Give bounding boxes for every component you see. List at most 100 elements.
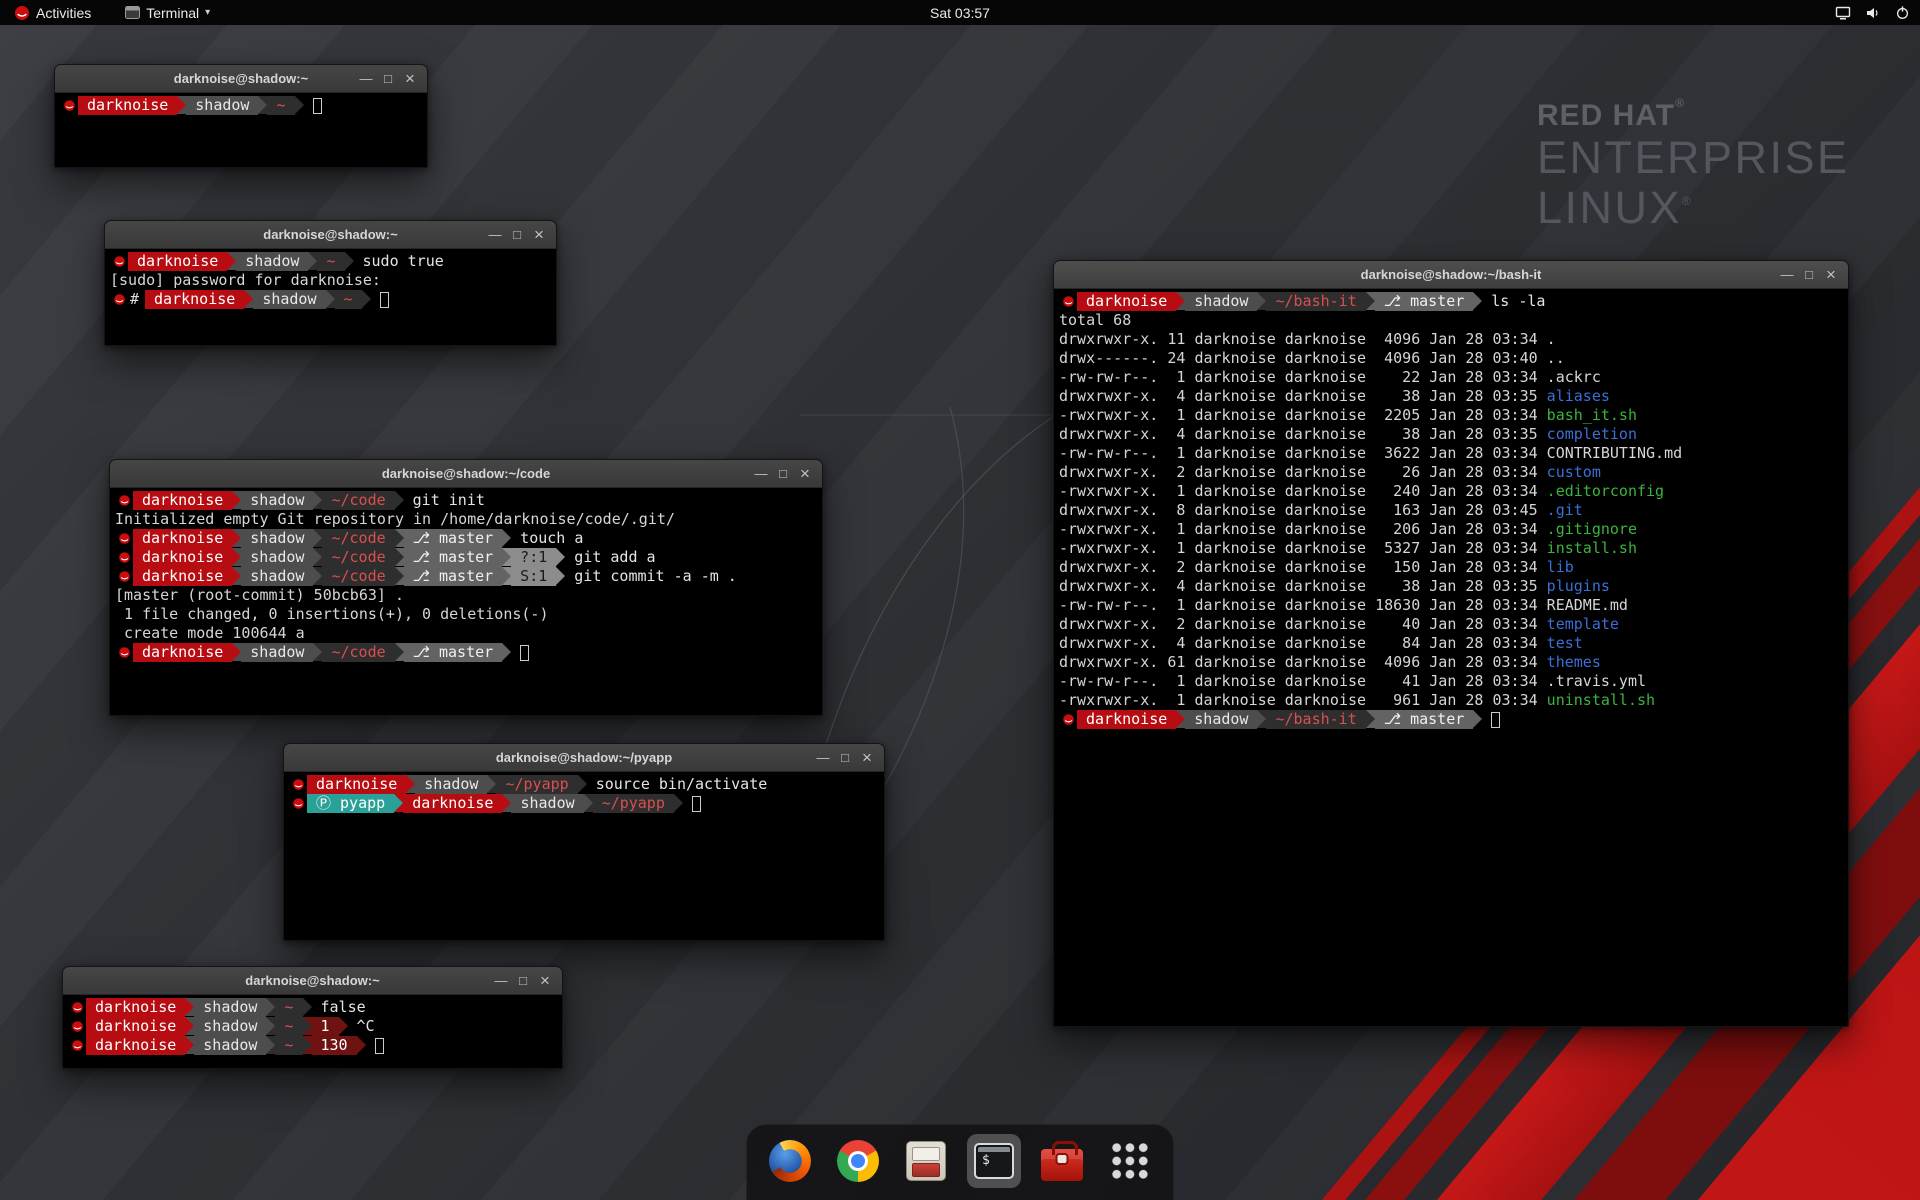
dock-item-firefox[interactable] [763,1134,817,1188]
window-minimize-button[interactable]: — [1776,261,1798,289]
prompt-segment-user: darknoise [133,567,232,586]
prompt-segment-user: darknoise [133,491,232,510]
dock-item-appgrid[interactable] [1103,1134,1157,1188]
output-text: -rwxrwxr-x. 1 darknoise darknoise 961 Ja… [1059,691,1547,710]
output-text: drwxrwxr-x. 4 darknoise darknoise 38 Jan… [1059,387,1547,406]
powerline-separator-icon [326,290,335,308]
window-close-button[interactable]: × [399,65,421,93]
output-text: drwxrwxr-x. 2 darknoise darknoise 40 Jan… [1059,615,1547,634]
window-maximize-button[interactable]: □ [772,460,794,488]
window-close-button[interactable]: × [1820,261,1842,289]
prompt-segment-user: darknoise [133,643,232,662]
prompt-segment-stat: ?:1 [511,548,556,567]
window-buttons: —□× [1776,261,1842,289]
powerline-separator-icon [258,96,267,114]
powerline-separator-icon [185,1017,194,1035]
terminal-cursor [375,1038,384,1054]
terminal-window[interactable]: darknoise@shadow:~—□×darknoiseshadow~sud… [104,220,557,346]
terminal-window[interactable]: darknoise@shadow:~/bash-it—□×darknoisesh… [1053,260,1849,1027]
prompt-segment-host: shadow [511,794,583,813]
window-close-button[interactable]: × [794,460,816,488]
window-titlebar[interactable]: darknoise@shadow:~—□× [105,221,556,249]
output-text: drwxrwxr-x. 4 darknoise darknoise 84 Jan… [1059,634,1547,653]
system-status-area[interactable] [1835,0,1910,25]
window-minimize-button[interactable]: — [812,744,834,772]
prompt-segment-host: shadow [1185,710,1257,729]
clock[interactable]: Sat 03:57 [930,5,990,21]
redhat-prompt-icon [115,548,133,567]
output-text: drwx------. 24 darknoise darknoise 4096 … [1059,349,1547,368]
prompt-segment-path: ~ [317,252,344,271]
window-close-button[interactable]: × [528,221,550,249]
desktop: RED HAT® ENTERPRISE LINUX® darknoise@sha… [0,0,1920,1200]
terminal-cursor [520,645,529,661]
window-maximize-button[interactable]: □ [512,967,534,995]
window-maximize-button[interactable]: □ [377,65,399,93]
prompt-segment-path: ~/pyapp [593,794,674,813]
command-text: ^C [348,1017,375,1036]
powerline-separator-icon [395,529,404,547]
window-minimize-button[interactable]: — [490,967,512,995]
window-minimize-button[interactable]: — [750,460,772,488]
terminal-window[interactable]: darknoise@shadow:~—□×darknoiseshadow~ [54,64,428,168]
window-titlebar[interactable]: darknoise@shadow:~/pyapp—□× [284,744,884,772]
powerline-separator-icon [232,529,241,547]
output-line: drwxrwxr-x. 8 darknoise darknoise 163 Ja… [1059,501,1843,520]
window-title: darknoise@shadow:~/bash-it [1054,267,1848,282]
dock[interactable]: $ [746,1124,1174,1200]
dock-item-terminal[interactable]: $ [967,1134,1021,1188]
powerline-separator-icon [266,998,275,1016]
terminal-cursor [692,796,701,812]
output-line: drwxrwxr-x. 2 darknoise darknoise 150 Ja… [1059,558,1843,577]
window-minimize-button[interactable]: — [355,65,377,93]
prompt-segment-host: shadow [241,491,313,510]
window-titlebar[interactable]: darknoise@shadow:~/bash-it—□× [1054,261,1848,289]
redhat-prompt-icon [289,794,307,813]
output-text: aliases [1547,387,1610,406]
powerline-separator-icon [502,643,511,661]
activities-button[interactable]: Activities [10,0,95,25]
window-maximize-button[interactable]: □ [834,744,856,772]
output-text: .ackrc [1547,368,1601,387]
terminal-window[interactable]: darknoise@shadow:~—□×darknoiseshadow~fal… [62,966,563,1069]
window-close-button[interactable]: × [856,744,878,772]
prompt-segment-path: ~/code [322,567,394,586]
window-titlebar[interactable]: darknoise@shadow:~—□× [55,65,427,93]
window-close-button[interactable]: × [534,967,556,995]
terminal-content[interactable]: darknoiseshadow~ [55,93,427,167]
dock-item-toolbox[interactable] [1035,1134,1089,1188]
app-menu-button[interactable]: Terminal ▾ [121,0,214,25]
dock-item-chrome[interactable] [831,1134,885,1188]
powerline-separator-icon [303,998,312,1016]
dock-item-files[interactable] [899,1134,953,1188]
redhat-prompt-icon [68,1036,86,1055]
terminal-content[interactable]: darknoiseshadow~sudo true[sudo] password… [105,249,556,345]
command-text: git commit -a -m . [565,567,737,586]
output-text: . [1547,330,1556,349]
output-text: -rw-rw-r--. 1 darknoise darknoise 41 Jan… [1059,672,1547,691]
powerline-separator-icon [303,1036,312,1054]
powerline-separator-icon [556,567,565,585]
window-titlebar[interactable]: darknoise@shadow:~/code—□× [110,460,822,488]
output-line: create mode 100644 a [115,624,817,643]
output-text: .git [1547,501,1583,520]
window-minimize-button[interactable]: — [484,221,506,249]
prompt-line: darknoiseshadow~/codegit init [115,491,817,510]
command-text: touch a [511,529,583,548]
terminal-content[interactable]: darknoiseshadow~falsedarknoiseshadow~1^C… [63,995,562,1068]
terminal-content[interactable]: darknoiseshadow~/pyappsource bin/activat… [284,772,884,940]
terminal-window[interactable]: darknoise@shadow:~/code—□×darknoiseshado… [109,459,823,716]
window-maximize-button[interactable]: □ [1798,261,1820,289]
terminal-content[interactable]: darknoiseshadow~/bash-it⎇ masterls -lato… [1054,289,1848,1026]
window-titlebar[interactable]: darknoise@shadow:~—□× [63,967,562,995]
output-text: -rwxrwxr-x. 1 darknoise darknoise 206 Ja… [1059,520,1547,539]
window-title: darknoise@shadow:~/code [110,466,822,481]
output-text: themes [1547,653,1601,672]
prompt-line: darknoiseshadow~/code⎇ master?:1git add … [115,548,817,567]
output-text: create mode 100644 a [115,624,305,643]
redhat-prompt-icon [115,567,133,586]
terminal-window[interactable]: darknoise@shadow:~/pyapp—□×darknoiseshad… [283,743,885,941]
terminal-content[interactable]: darknoiseshadow~/codegit initInitialized… [110,488,822,715]
window-maximize-button[interactable]: □ [506,221,528,249]
chrome-icon [837,1140,879,1182]
